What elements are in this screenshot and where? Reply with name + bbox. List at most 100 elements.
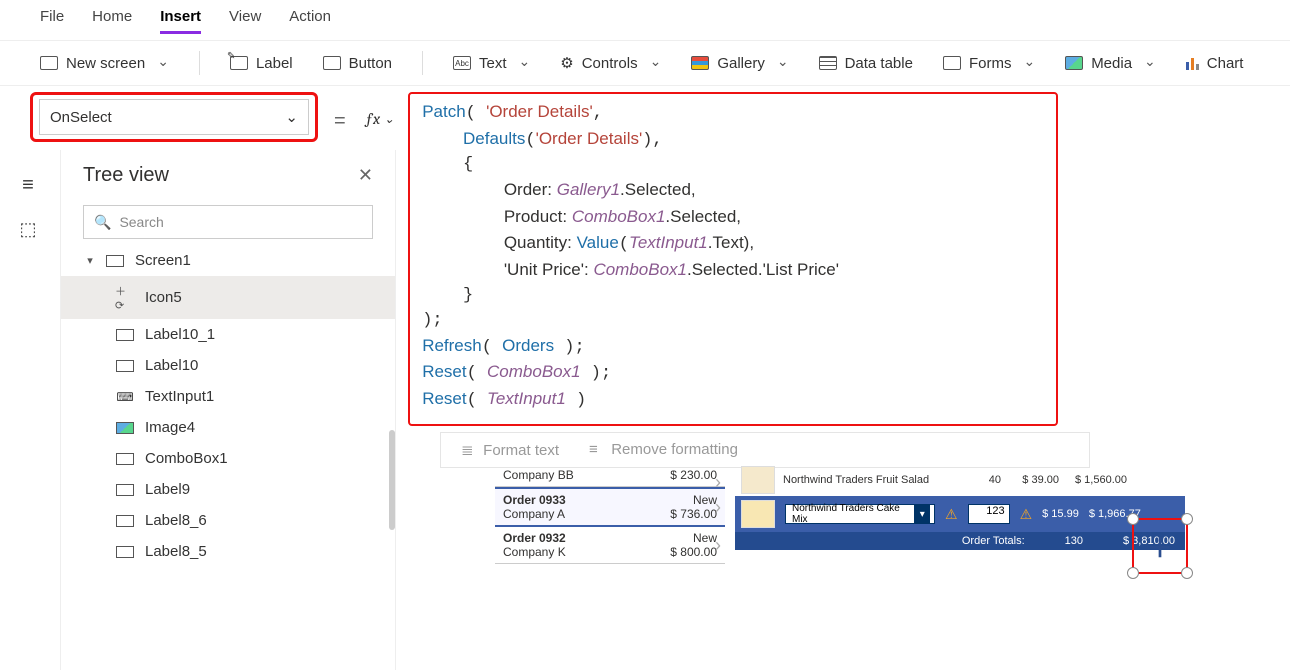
text-button[interactable]: AbcText (453, 55, 530, 72)
screen-icon (106, 255, 124, 267)
chevron-right-icon: › (715, 497, 721, 518)
combobox-icon (116, 453, 134, 465)
fx-button[interactable]: ƒx (362, 92, 399, 128)
order-row-selected[interactable]: Order 0933Company A New$ 736.00 › (495, 487, 725, 527)
order-detail: Northwind Traders Fruit Salad 40 $ 39.00… (735, 464, 1185, 550)
textinput-icon: ⌨ (115, 390, 135, 404)
warning-icon: ⚠ (945, 506, 958, 523)
label-button[interactable]: ✎Label (230, 55, 293, 72)
new-line-row: Northwind Traders Cake Mix ▾ ⚠ 123 ⚠ $ 1… (735, 496, 1185, 532)
search-placeholder: Search (119, 214, 163, 230)
ribbon: New screen ✎Label Button AbcText ⚙Contro… (0, 40, 1290, 86)
left-rail: ≡ ⬚ (0, 160, 56, 240)
search-icon: 🔍 (94, 214, 111, 231)
divider (422, 51, 423, 75)
equals-sign: = (328, 92, 352, 133)
resize-handle[interactable] (1127, 513, 1139, 525)
totals-qty: 130 (1065, 535, 1083, 547)
warning-icon: ⚠ (1020, 506, 1033, 523)
chevron-right-icon: › (715, 535, 721, 556)
qty-cell: 40 (961, 474, 1001, 486)
new-screen-button[interactable]: New screen (40, 55, 169, 72)
controls-button[interactable]: ⚙Controls (560, 54, 661, 72)
label-icon (116, 484, 134, 496)
hamburger-icon[interactable]: ≡ (22, 174, 34, 197)
tree-item-image4[interactable]: Image4 (61, 412, 395, 443)
product-combobox[interactable]: Northwind Traders Cake Mix ▾ (785, 504, 935, 524)
close-icon[interactable]: ✕ (358, 165, 373, 186)
button-button[interactable]: Button (323, 55, 392, 72)
media-button[interactable]: Media (1065, 55, 1156, 72)
totals-label: Order Totals: (962, 535, 1025, 547)
tree-scrollbar[interactable] (389, 430, 395, 530)
menu-action[interactable]: Action (289, 8, 331, 34)
chart-button[interactable]: Chart (1186, 55, 1244, 72)
controls-icon: ⚙ (560, 54, 573, 72)
text-icon: Abc (453, 56, 471, 70)
menu-insert[interactable]: Insert (160, 8, 201, 34)
label-icon (116, 515, 134, 527)
media-icon (1065, 56, 1083, 70)
chart-icon (1186, 56, 1199, 70)
button-icon (323, 56, 341, 70)
data-table-button[interactable]: Data table (819, 55, 913, 72)
divider (199, 51, 200, 75)
price-cell: $ 39.00 (1009, 474, 1059, 486)
menu-file[interactable]: File (40, 8, 64, 34)
add-icon: ＋⟳ (115, 283, 135, 312)
detail-row[interactable]: Northwind Traders Fruit Salad 40 $ 39.00… (735, 464, 1185, 496)
product-image (741, 500, 775, 528)
chevron-down-icon: ▾ (914, 504, 930, 524)
tree-item-icon5[interactable]: ＋⟳Icon5 (61, 276, 395, 319)
label-icon (116, 329, 134, 341)
resize-handle[interactable] (1181, 513, 1193, 525)
unit-price: $ 15.99 (1042, 508, 1079, 520)
order-row[interactable]: Company BB $ 230.00 › (495, 464, 725, 487)
gallery-icon (691, 56, 709, 70)
remove-formatting-button[interactable]: ≡ Remove formatting (589, 441, 738, 458)
format-bar: ≣ Format text ≡ Remove formatting (440, 432, 1090, 468)
order-gallery[interactable]: Company BB $ 230.00 › Order 0933Company … (495, 464, 725, 564)
search-input[interactable]: 🔍 Search (83, 205, 373, 239)
tree-item-screen1[interactable]: ▾Screen1 (61, 245, 395, 276)
menu-view[interactable]: View (229, 8, 261, 34)
screen-icon (40, 56, 58, 70)
tree-title: Tree view (83, 164, 169, 187)
menu-bar: File Home Insert View Action (0, 0, 1290, 40)
quantity-input[interactable]: 123 (968, 504, 1010, 524)
tree-item-label9[interactable]: Label9 (61, 474, 395, 505)
label-icon (116, 360, 134, 372)
property-selector[interactable]: OnSelect ⌄ (39, 99, 309, 135)
formula-editor[interactable]: Patch( 'Order Details', Defaults('Order … (408, 92, 1058, 426)
tree-item-label8-5[interactable]: Label8_5 (61, 536, 395, 567)
property-selector-highlight: OnSelect ⌄ (30, 92, 318, 142)
totals-row: Order Totals: 130 $ 3,810.00 (735, 532, 1185, 550)
table-icon (819, 56, 837, 70)
resize-handle[interactable] (1181, 567, 1193, 579)
image-icon (116, 422, 134, 434)
tree-item-combobox1[interactable]: ComboBox1 (61, 443, 395, 474)
tree-item-textinput1[interactable]: ⌨TextInput1 (61, 381, 395, 412)
layers-icon[interactable]: ⬚ (19, 219, 36, 240)
tree-item-label10[interactable]: Label10 (61, 350, 395, 381)
order-row[interactable]: Order 0932Company K New$ 800.00 › (495, 527, 725, 564)
chevron-down-icon: ⌄ (285, 108, 298, 126)
label-icon (116, 546, 134, 558)
align-icon: ≣ (461, 441, 479, 459)
add-icon-selected[interactable]: ＋ (1132, 518, 1188, 574)
ext-cell: $ 1,560.00 (1067, 474, 1127, 486)
format-text-button[interactable]: ≣ Format text (461, 441, 559, 459)
product-image (741, 466, 775, 494)
lines-icon: ≡ (589, 441, 607, 458)
tree-item-label10-1[interactable]: Label10_1 (61, 319, 395, 350)
canvas-preview: Company BB $ 230.00 › Order 0933Company … (495, 464, 1185, 564)
gallery-button[interactable]: Gallery (691, 55, 788, 72)
menu-home[interactable]: Home (92, 8, 132, 34)
forms-button[interactable]: Forms (943, 55, 1035, 72)
tree-view-panel: Tree view ✕ 🔍 Search ▾Screen1 ＋⟳Icon5 La… (60, 150, 396, 670)
tree-items: ▾Screen1 ＋⟳Icon5 Label10_1 Label10 ⌨Text… (61, 245, 395, 567)
forms-icon (943, 56, 961, 70)
tree-item-label8-6[interactable]: Label8_6 (61, 505, 395, 536)
resize-handle[interactable] (1127, 567, 1139, 579)
product-name: Northwind Traders Fruit Salad (783, 474, 953, 486)
